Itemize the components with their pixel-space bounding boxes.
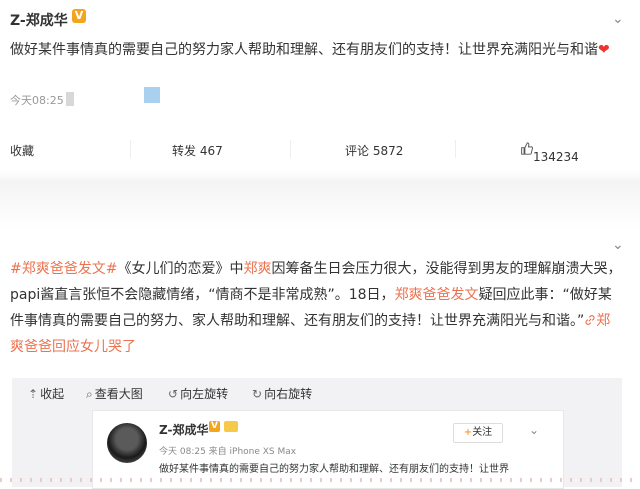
divider [290,140,291,158]
chevron-down-icon: ⌄ [529,423,540,437]
repost-button[interactable]: 转发 467 [172,142,223,159]
rotate-right-icon: ↻ [252,387,263,401]
link-icon [585,315,595,325]
post1-text: 做好某件事情真的需要自己的努力家人帮助和理解、还有朋友们的支持！让世界充满阳光与… [10,42,610,58]
divider [455,140,456,158]
search-icon: ⌕ [86,387,93,401]
chevron-down-icon[interactable]: ⌄ [612,12,624,26]
chevron-down-icon[interactable]: ⌄ [612,238,624,252]
blurred-source [66,92,74,106]
view-large-button[interactable]: ⌕ 查看大图 [86,385,143,402]
mention-link[interactable]: 郑爽爸爸发文 [395,287,479,303]
rotate-right-button[interactable]: ↻ 向右旋转 [252,385,312,402]
mention-zhengshuang[interactable]: 郑爽 [243,261,271,277]
like-count: 134234 [533,150,579,164]
embedded-text: 做好某件事情真的需要自己的努力家人帮助和理解、还有朋友们的支持！让世界 [159,464,509,475]
action-bar: 收藏 转发 467 评论 5872 134234 [0,134,640,164]
weibo-post-1: Z-郑成华 V ⌄ 做好某件事情真的需要自己的努力家人帮助和理解、还有朋友们的支… [0,0,640,170]
rotate-left-icon: ↺ [168,387,179,401]
follow-button: +关注 [453,423,503,443]
weibo-post-2: ⌄ #郑爽爸爸发文#《女儿们的恋爱》中郑爽因筹备生日会压力很大，没能得到男友的理… [0,230,640,489]
divider [130,140,131,158]
like-button[interactable]: 134234 [520,142,579,164]
avatar [107,423,147,463]
post2-text: #郑爽爸爸发文#《女儿们的恋爱》中郑爽因筹备生日会压力很大，没能得到男友的理解崩… [10,261,622,355]
blurred-source-icon [144,87,160,103]
favorite-button[interactable]: 收藏 [10,142,34,159]
embedded-meta: 今天 08:25 来自 iPhone XS Max [159,447,297,457]
verified-badge-icon: V [209,421,220,432]
decorative-dotted-line [0,478,640,482]
feed-gap [0,170,640,230]
embedded-username: Z-郑成华 [159,423,209,437]
hashtag-link[interactable]: #郑爽爸爸发文# [10,261,117,277]
post1-time[interactable]: 今天08:25 [10,92,64,108]
comment-button[interactable]: 评论 5872 [345,142,403,159]
collapse-icon: ⇡ [28,387,39,401]
post1-username[interactable]: Z-郑成华 [10,10,68,30]
verified-badge-icon: V [72,9,86,23]
rotate-left-button[interactable]: ↺ 向左旋转 [168,385,228,402]
collapse-button[interactable]: ⇡ 收起 [28,385,64,402]
member-badge-icon [224,421,238,432]
thumbs-up-icon [521,142,533,155]
heart-icon: ❤ [598,42,610,58]
media-viewer: ⇡ 收起 ⌕ 查看大图 ↺ 向左旋转 ↻ 向右旋转 Z-郑成华 V +关注 ⌄ 今天 0… [12,378,622,489]
